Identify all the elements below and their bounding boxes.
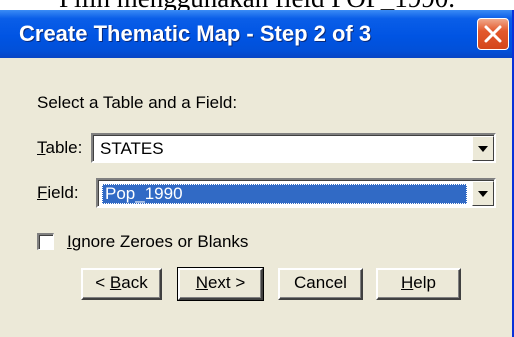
ignore-zeroes-checkbox[interactable]: [37, 233, 54, 250]
table-dropdown-arrow-icon[interactable]: [472, 136, 494, 161]
cancel-button[interactable]: Cancel: [278, 268, 363, 300]
close-button[interactable]: [477, 18, 509, 50]
back-button[interactable]: < Back: [81, 268, 162, 300]
instruction-label: Select a Table and a Field:: [37, 93, 238, 112]
next-button[interactable]: Next >: [177, 267, 264, 301]
help-button[interactable]: Help: [376, 268, 461, 300]
close-icon: [484, 25, 502, 43]
window-title: Create Thematic Map - Step 2 of 3: [19, 21, 372, 46]
title-bar[interactable]: Create Thematic Map - Step 2 of 3: [0, 10, 512, 58]
table-select-value: STATES: [100, 139, 164, 158]
field-dropdown-arrow-icon[interactable]: [472, 181, 494, 206]
table-label: Table:: [37, 138, 83, 157]
create-thematic-map-dialog: Create Thematic Map - Step 2 of 3 Select…: [0, 10, 514, 337]
field-select[interactable]: Pop_1990: [96, 178, 496, 208]
field-label: Field:: [37, 183, 79, 202]
ignore-zeroes-label[interactable]: Ignore Zeroes or Blanks: [67, 232, 248, 252]
table-select[interactable]: STATES: [91, 133, 496, 163]
field-select-value: Pop_1990: [102, 184, 467, 204]
